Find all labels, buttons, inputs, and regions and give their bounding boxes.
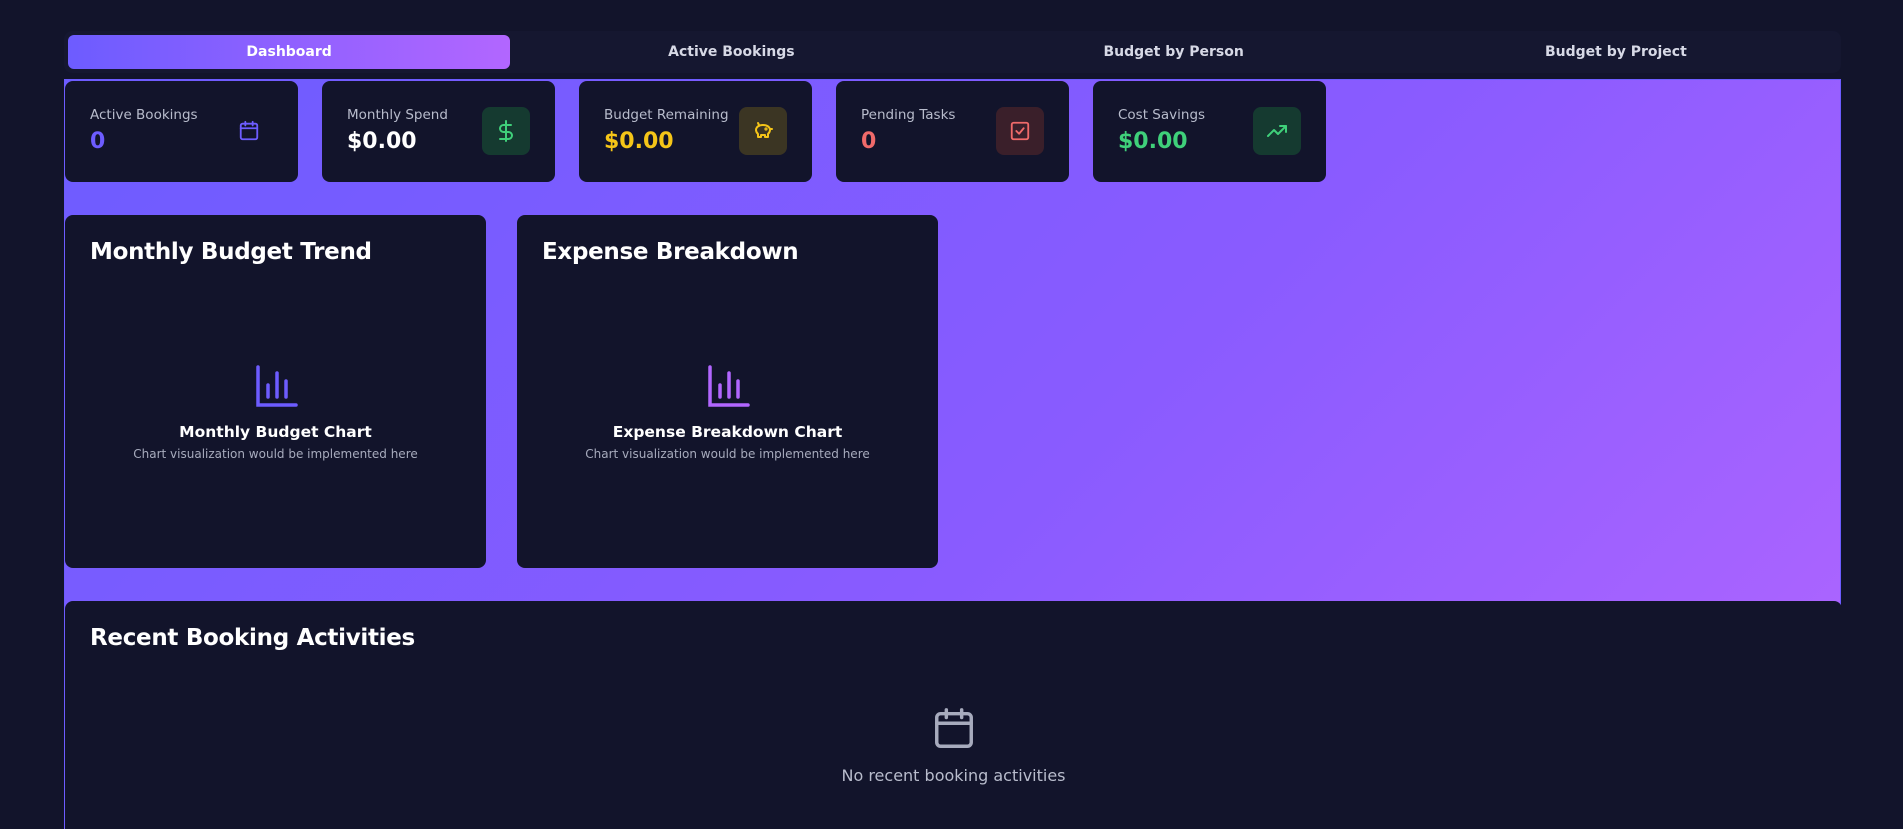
bar-chart-icon xyxy=(707,365,750,407)
stat-value: 0 xyxy=(90,129,106,154)
stat-label: Pending Tasks xyxy=(861,107,956,123)
placeholder-title: Monthly Budget Chart xyxy=(179,423,372,441)
recent-activities-card: Recent Booking Activities No recent book… xyxy=(65,601,1842,829)
dollar-icon xyxy=(482,107,530,155)
calendar-icon xyxy=(225,107,273,155)
expense-breakdown-card: Expense Breakdown Expense Breakdown Char… xyxy=(517,215,938,568)
stat-label: Cost Savings xyxy=(1118,107,1206,123)
stat-card-budget-remaining: Budget Remaining $0.00 xyxy=(579,81,812,182)
stat-label: Active Bookings xyxy=(90,107,198,123)
tab-active-bookings[interactable]: Active Bookings xyxy=(510,35,952,69)
stat-card-active-bookings: Active Bookings 0 xyxy=(65,81,298,182)
dashboard-panel: Active Bookings 0 Monthly Spend $0.00 Bu… xyxy=(64,79,1842,829)
tab-dashboard[interactable]: Dashboard xyxy=(68,35,511,69)
card-title: Monthly Budget Trend xyxy=(90,239,372,265)
placeholder-subtitle: Chart visualization would be implemented… xyxy=(585,447,870,461)
stat-label: Budget Remaining xyxy=(604,107,729,123)
calendar-icon xyxy=(934,708,973,748)
stat-value: $0.00 xyxy=(1118,129,1188,154)
placeholder-title: Expense Breakdown Chart xyxy=(612,423,843,441)
tab-bar: Dashboard Active Bookings Budget by Pers… xyxy=(64,31,1841,73)
monthly-budget-trend-card: Monthly Budget Trend Monthly Budget Char… xyxy=(65,215,486,568)
stat-label: Monthly Spend xyxy=(347,107,448,123)
stat-value: $0.00 xyxy=(347,129,417,154)
checkbox-icon xyxy=(996,107,1044,155)
empty-state: No recent booking activities xyxy=(65,706,1842,785)
stat-card-cost-savings: Cost Savings $0.00 xyxy=(1093,81,1326,182)
card-title: Expense Breakdown xyxy=(542,239,799,265)
card-title: Recent Booking Activities xyxy=(90,625,415,651)
tab-budget-by-project[interactable]: Budget by Project xyxy=(1395,35,1837,69)
empty-state-text: No recent booking activities xyxy=(841,766,1066,785)
stat-card-monthly-spend: Monthly Spend $0.00 xyxy=(322,81,555,182)
trending-up-icon xyxy=(1253,107,1301,155)
stat-card-pending-tasks: Pending Tasks 0 xyxy=(836,81,1069,182)
piggy-bank-icon xyxy=(739,107,787,155)
chart-placeholder: Monthly Budget Chart Chart visualization… xyxy=(65,365,486,461)
tab-budget-by-person[interactable]: Budget by Person xyxy=(953,35,1395,69)
stat-value: $0.00 xyxy=(604,129,674,154)
placeholder-subtitle: Chart visualization would be implemented… xyxy=(133,447,418,461)
stat-value: 0 xyxy=(861,129,877,154)
bar-chart-icon xyxy=(255,365,298,407)
chart-placeholder: Expense Breakdown Chart Chart visualizat… xyxy=(517,365,938,461)
